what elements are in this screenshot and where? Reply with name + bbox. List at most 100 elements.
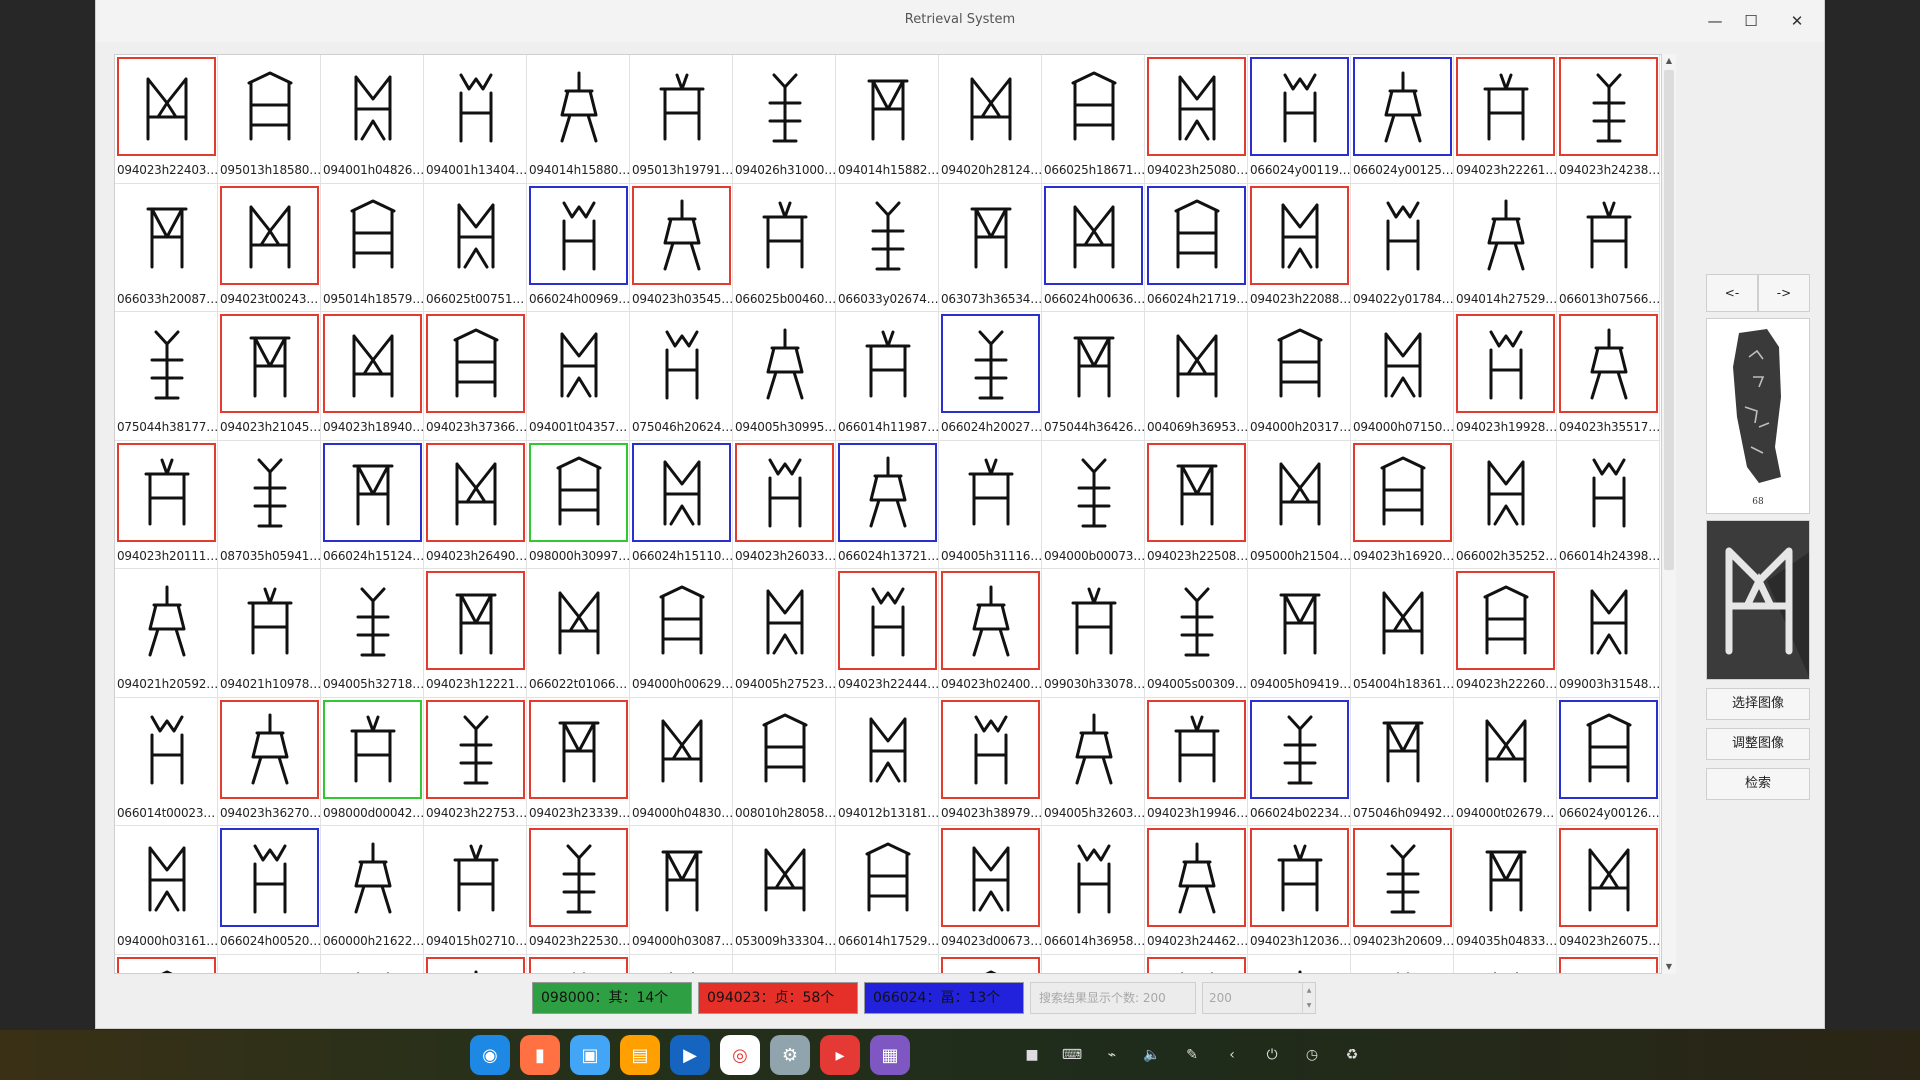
result-cell[interactable]: 094000h07150… [1351, 312, 1454, 441]
glyph-thumbnail[interactable] [1353, 186, 1452, 285]
result-cell[interactable]: 066024h21719… [1145, 183, 1248, 312]
result-cell[interactable]: 066024h00520… [218, 826, 321, 955]
glyph-thumbnail[interactable] [838, 571, 937, 670]
glyph-thumbnail[interactable] [529, 571, 628, 670]
result-cell[interactable]: 087035h05941… [218, 440, 321, 569]
result-cell[interactable]: 094023h19946… [1145, 697, 1248, 826]
usb-icon[interactable]: ⌁ [1098, 1047, 1126, 1063]
glyph-thumbnail[interactable] [323, 186, 422, 285]
result-cell[interactable]: 094023h22508… [1145, 440, 1248, 569]
result-cell[interactable]: 063073h36534… [939, 183, 1042, 312]
glyph-thumbnail[interactable] [220, 443, 319, 542]
result-cell[interactable]: 094012b13181… [836, 697, 939, 826]
glyph-thumbnail[interactable] [426, 956, 525, 973]
glyph-thumbnail[interactable] [735, 957, 834, 974]
result-cell[interactable]: 095013h18580… [218, 55, 321, 184]
glyph-thumbnail[interactable] [1044, 700, 1143, 799]
result-cell[interactable]: 094023h22403… [115, 55, 218, 184]
glyph-thumbnail[interactable] [529, 314, 628, 413]
result-cell[interactable]: 094023h37366… [424, 312, 527, 441]
result-cell[interactable]: 094000h03161… [115, 826, 218, 955]
search-button[interactable]: 检索 [1706, 768, 1810, 800]
result-cell[interactable]: 094023h22261… [1454, 55, 1557, 184]
deepin-launcher-icon[interactable]: ◉ [470, 1035, 510, 1075]
prev-button[interactable]: <- [1706, 274, 1758, 312]
result-cell[interactable]: 094023h22753… [424, 697, 527, 826]
glyph-thumbnail[interactable] [1456, 57, 1555, 156]
result-cell[interactable] [1042, 954, 1145, 974]
result-cell[interactable]: 098000h30997… [527, 440, 630, 569]
result-cell[interactable]: 094023h38979… [939, 697, 1042, 826]
glyph-thumbnail[interactable] [1147, 442, 1246, 542]
result-cell[interactable]: 066014h24398… [1557, 440, 1660, 569]
result-cell[interactable]: 094023h19928… [1454, 312, 1557, 441]
glyph-thumbnail[interactable] [1456, 443, 1555, 542]
result-cell[interactable]: 094035h04833… [1454, 826, 1557, 955]
glyph-thumbnail[interactable] [1559, 828, 1658, 927]
glyph-thumbnail[interactable] [1147, 185, 1246, 285]
result-cell[interactable]: 095013h19791… [630, 55, 733, 184]
glyph-thumbnail[interactable] [1044, 957, 1143, 974]
result-cell[interactable]: 094023h22444… [836, 569, 939, 698]
next-button[interactable]: -> [1758, 274, 1810, 312]
result-cell[interactable]: 094023h12221… [424, 569, 527, 698]
result-cell[interactable]: 095000h21504… [1248, 440, 1351, 569]
result-cell[interactable] [1557, 954, 1660, 973]
result-cell[interactable] [1145, 954, 1248, 973]
glyph-thumbnail[interactable] [735, 57, 834, 156]
result-cell[interactable]: 094005h27523… [733, 569, 836, 698]
result-cell[interactable]: 066033h20087… [115, 183, 218, 312]
maximize-button[interactable]: ☐ [1738, 8, 1764, 34]
result-cell[interactable]: 066024y00119… [1248, 55, 1351, 184]
glyph-thumbnail[interactable] [1456, 571, 1555, 670]
archive-icon[interactable]: ▤ [620, 1035, 660, 1075]
result-cell[interactable]: 094023h24462… [1145, 826, 1248, 955]
result-cell[interactable] [733, 954, 836, 974]
result-cell[interactable]: 094023h23339… [527, 697, 630, 826]
result-cell[interactable]: 094005h30995… [733, 312, 836, 441]
glyph-thumbnail[interactable] [1250, 443, 1349, 542]
clock-icon[interactable]: ◷ [1298, 1047, 1326, 1063]
glyph-thumbnail[interactable] [220, 314, 319, 413]
result-cell[interactable]: 094023t00243… [218, 183, 321, 312]
glyph-thumbnail[interactable] [1044, 185, 1143, 285]
glyph-thumbnail[interactable] [1147, 571, 1246, 670]
result-cell[interactable]: 094023h16920… [1351, 440, 1454, 569]
file-manager-icon[interactable]: ▣ [570, 1035, 610, 1075]
result-cell[interactable]: 094023h03545… [630, 183, 733, 312]
result-cell[interactable]: 066024h15124… [321, 440, 424, 569]
glyph-thumbnail[interactable] [1456, 186, 1555, 285]
result-cell[interactable]: 098000d00042… [321, 697, 424, 826]
glyph-thumbnail[interactable] [1147, 828, 1246, 927]
result-cell[interactable]: 066024h00969… [527, 183, 630, 312]
glyph-thumbnail[interactable] [735, 442, 834, 542]
glyph-thumbnail[interactable] [941, 699, 1040, 799]
result-cell[interactable]: 066025b00460… [733, 183, 836, 312]
result-cell[interactable]: 066022t01066… [527, 569, 630, 698]
recorder-icon[interactable]: ▮ [520, 1035, 560, 1075]
pen-icon[interactable]: ✎ [1178, 1047, 1206, 1063]
result-cell[interactable]: 094023h24238… [1557, 55, 1660, 184]
glyph-thumbnail[interactable] [426, 186, 525, 285]
result-cell[interactable]: 094023h36270… [218, 697, 321, 826]
glyph-thumbnail[interactable] [941, 571, 1040, 670]
glyph-thumbnail[interactable] [529, 57, 628, 156]
result-cell[interactable]: 075044h38177… [115, 312, 218, 441]
result-cell[interactable]: 066024h13721… [836, 440, 939, 569]
glyph-thumbnail[interactable] [632, 700, 731, 799]
glyph-thumbnail[interactable] [1250, 699, 1349, 799]
glyph-thumbnail[interactable] [426, 828, 525, 927]
glyph-thumbnail[interactable] [1044, 828, 1143, 927]
glyph-thumbnail[interactable] [1353, 314, 1452, 413]
glyph-thumbnail[interactable] [632, 442, 731, 542]
result-cell[interactable]: 094001h04826… [321, 55, 424, 184]
glyph-thumbnail[interactable] [1456, 314, 1555, 413]
glyph-thumbnail[interactable] [1559, 314, 1658, 413]
glyph-thumbnail[interactable] [220, 57, 319, 156]
result-cell[interactable]: 066024b02234… [1248, 697, 1351, 826]
chevron-left-icon[interactable]: ‹ [1218, 1047, 1246, 1063]
glyph-thumbnail[interactable] [735, 700, 834, 799]
glyph-thumbnail[interactable] [323, 57, 422, 156]
result-cell[interactable] [1351, 954, 1454, 973]
result-cell[interactable]: 094021h10978… [218, 569, 321, 698]
